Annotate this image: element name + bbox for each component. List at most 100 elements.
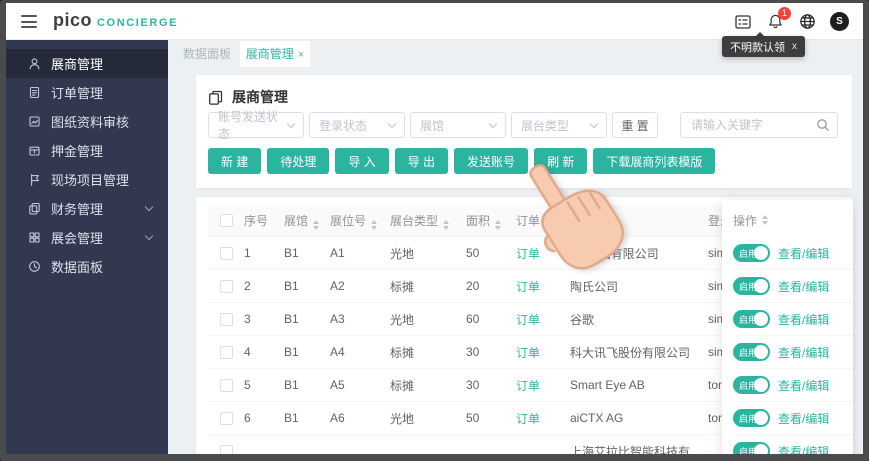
sidebar-item[interactable]: 现场项目管理 [6, 165, 168, 194]
sort-caret-icon[interactable] [762, 215, 769, 225]
column-label: 序号 [244, 214, 269, 228]
column-label: 订单 [516, 213, 541, 228]
action-button-新建[interactable]: 新 建 [208, 148, 262, 174]
sort-caret-icon[interactable] [371, 219, 378, 230]
cell-area: 50 [466, 246, 480, 260]
status-toggle[interactable]: 启用 [733, 244, 770, 262]
tooltip-close-icon[interactable]: x [792, 41, 797, 52]
status-toggle[interactable]: 启用 [733, 409, 770, 427]
column-label: 展馆 [284, 213, 309, 228]
tab-展商管理[interactable]: 展商管理 × [240, 41, 310, 67]
row-checkbox[interactable] [219, 411, 233, 425]
language-globe-icon[interactable] [798, 13, 816, 31]
action-button-导入[interactable]: 导 入 [335, 148, 389, 174]
filter-select[interactable]: 账号发送状态 [208, 110, 304, 141]
view-edit-link[interactable]: 查看/编辑 [778, 410, 829, 427]
view-edit-link[interactable]: 查看/编辑 [778, 278, 829, 295]
toggle-knob [754, 279, 768, 293]
order-link[interactable]: 订单 [516, 280, 540, 294]
filter-select[interactable]: 展馆 [410, 112, 506, 138]
sort-caret-icon[interactable] [545, 219, 552, 230]
claims-list-icon[interactable] [734, 13, 752, 31]
documents-icon [209, 90, 223, 105]
view-edit-link[interactable]: 查看/编辑 [778, 344, 829, 361]
sidebar-item[interactable]: 图纸资料审核 [6, 107, 168, 136]
action-button-刷新[interactable]: 刷 新 [534, 148, 588, 174]
action-button-发送账号[interactable]: 发送账号 [454, 148, 529, 174]
column-header-area: 面积 [466, 212, 516, 230]
cell-no: 3 [244, 312, 251, 326]
sidebar-item[interactable]: 数据面板 [6, 252, 168, 281]
filter-placeholder: 登录状态 [319, 118, 368, 133]
sidebar-item[interactable]: 押金管理 [6, 136, 168, 165]
sidebar-item[interactable]: 财务管理 [6, 194, 168, 223]
sort-caret-icon[interactable] [443, 219, 450, 230]
sidebar-item[interactable]: 展商管理 [6, 49, 168, 78]
sidebar: 展商管理 订单管理 图纸资料审核 押金管理 现场项目管理 财务管理 展会管理 数据面板 [6, 40, 168, 454]
filter-select[interactable]: 展台类型 [511, 112, 607, 138]
view-edit-link[interactable]: 查看/编辑 [778, 443, 829, 455]
row-checkbox[interactable] [219, 279, 233, 293]
operation-rows: 启用 查看/编辑 启用 查看/编辑 启用 查看/编辑 启用 查看/编辑 启用 查看/编辑 启用 查看/… [733, 237, 853, 454]
hamburger-menu-icon[interactable] [21, 15, 37, 28]
order-link[interactable]: 订单 [516, 247, 540, 261]
row-checkbox[interactable] [219, 345, 233, 359]
view-edit-link[interactable]: 查看/编辑 [778, 245, 829, 262]
chevron-down-icon [144, 231, 154, 241]
cell-booth: A6 [330, 411, 345, 425]
cell-booth: A3 [330, 312, 345, 326]
order-link[interactable]: 订单 [516, 412, 540, 426]
column-header-name: 展商名 [570, 212, 708, 230]
order-link[interactable]: 订单 [516, 346, 540, 360]
action-button-待处理[interactable]: 待处理 [267, 148, 330, 174]
dashboard-icon [29, 261, 40, 272]
action-button-导出[interactable]: 导 出 [394, 148, 449, 174]
toggle-knob [754, 345, 768, 359]
row-checkbox[interactable] [219, 444, 233, 454]
cell-type: 光地 [390, 246, 415, 261]
row-checkbox[interactable] [219, 312, 233, 326]
screenshot-frame: pico CONCIERGE 1 S 不明款认领 x 展商管理 订单管理 图纸资… [0, 0, 869, 461]
column-label: 展商名 [570, 213, 607, 228]
status-toggle[interactable]: 启用 [733, 277, 770, 295]
sort-caret-icon[interactable] [313, 219, 320, 230]
status-toggle[interactable]: 启用 [733, 376, 770, 394]
status-toggle[interactable]: 启用 [733, 310, 770, 328]
top-bar: pico CONCIERGE 1 S [6, 3, 863, 40]
cell-order: 订单 [516, 377, 570, 394]
row-checkbox[interactable] [219, 378, 233, 392]
status-toggle[interactable]: 启用 [733, 442, 770, 454]
filter-select[interactable]: 登录状态 [309, 112, 405, 138]
order-link[interactable]: 订单 [516, 379, 540, 393]
sidebar-item[interactable]: 展会管理 [6, 223, 168, 252]
reset-button[interactable]: 重 置 [612, 112, 658, 138]
tab-close-icon[interactable]: × [298, 49, 304, 61]
sort-caret-icon[interactable] [495, 219, 502, 230]
notifications-bell-icon[interactable]: 1 [766, 6, 791, 31]
operation-row: 启用 查看/编辑 [733, 336, 853, 369]
filters-row: 账号发送状态 登录状态 展馆 展台类型 重 置 [208, 110, 658, 141]
tooltip-arrow [756, 28, 764, 36]
select-all-checkbox[interactable] [219, 214, 233, 227]
action-button-下载展商列表模版[interactable]: 下载展商列表模版 [593, 148, 716, 174]
cell-hall: B1 [284, 411, 299, 425]
sidebar-item[interactable]: 订单管理 [6, 78, 168, 107]
operation-row: 启用 查看/编辑 [733, 237, 853, 270]
sort-caret-icon[interactable] [611, 219, 618, 230]
column-label: 展位号 [330, 213, 367, 228]
operation-row: 启用 查看/编辑 [733, 369, 853, 402]
view-edit-link[interactable]: 查看/编辑 [778, 377, 829, 394]
status-toggle[interactable]: 启用 [733, 343, 770, 361]
cell-type: 标摊 [390, 378, 415, 393]
header-checkbox-cell [208, 214, 244, 227]
order-link[interactable]: 订单 [516, 313, 540, 327]
app-window: pico CONCIERGE 1 S 不明款认领 x 展商管理 订单管理 图纸资… [6, 3, 863, 454]
row-checkbox[interactable] [219, 246, 233, 260]
cell-order: 订单 [516, 311, 570, 328]
column-label: 面积 [466, 213, 491, 228]
toggle-knob [754, 312, 768, 326]
view-edit-link[interactable]: 查看/编辑 [778, 311, 829, 328]
search-input[interactable] [680, 112, 838, 138]
tab-数据面板[interactable]: 数据面板 [176, 41, 238, 67]
user-avatar[interactable]: S [830, 12, 849, 31]
